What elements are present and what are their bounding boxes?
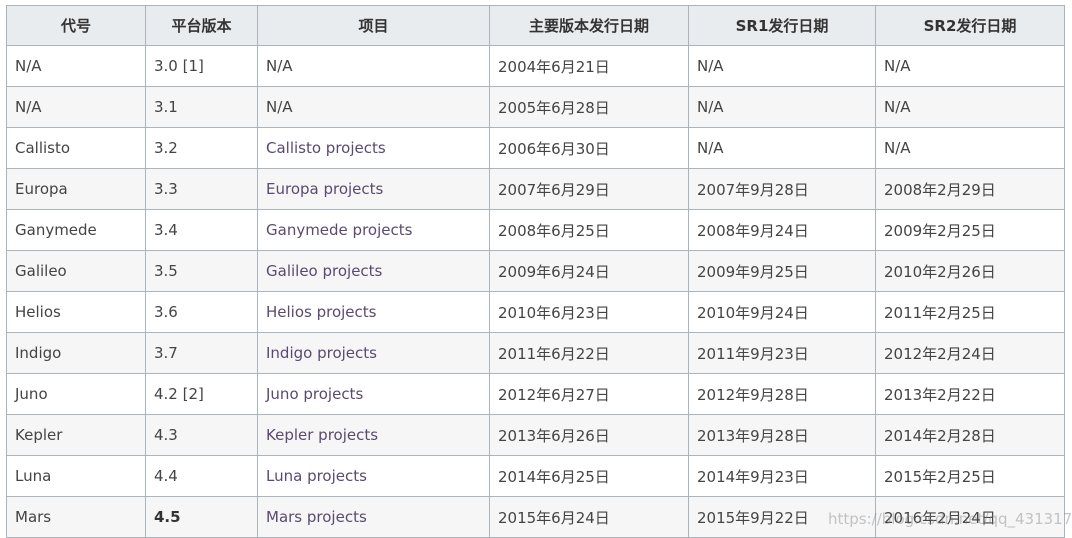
table-row: Juno 4.2 [2] Juno projects 2012年6月27日 2012年9…: [6, 373, 1065, 415]
cell-main-release-date: 2005年6月28日: [489, 86, 689, 128]
cell-sr1-release-date: 2010年9月24日: [688, 291, 876, 333]
cell-platform-version: 3.5: [145, 250, 258, 292]
cell-platform-version: 3.3: [145, 168, 258, 210]
cell-code: N/A: [6, 86, 146, 128]
table-row: N/A 3.0 [1] N/A 2004年6月21日 N/A N/A: [6, 45, 1065, 87]
cell-main-release-date: 2012年6月27日: [489, 373, 689, 415]
cell-code: Juno: [6, 373, 146, 415]
table-row: Callisto 3.2 Callisto projects 2006年6月30日 N/…: [6, 127, 1065, 169]
table-row: Luna 4.4 Luna projects 2014年6月25日 2014年9月23日…: [6, 455, 1065, 497]
cell-code: Helios: [6, 291, 146, 333]
cell-sr2-release-date: 2016年2月24日: [875, 496, 1065, 538]
cell-project: N/A: [257, 45, 490, 87]
cell-code: N/A: [6, 45, 146, 87]
cell-project: N/A: [257, 86, 490, 128]
cell-code: Luna: [6, 455, 146, 497]
cell-sr1-release-date: 2011年9月23日: [688, 332, 876, 374]
cell-main-release-date: 2004年6月21日: [489, 45, 689, 87]
cell-platform-version: 3.1: [145, 86, 258, 128]
cell-main-release-date: 2009年6月24日: [489, 250, 689, 292]
table-header-row: 代号 平台版本 项目 主要版本发行日期 SR1发行日期 SR2发行日期: [6, 5, 1065, 46]
header-sr1-release-date: SR1发行日期: [688, 5, 876, 46]
cell-sr1-release-date: 2012年9月28日: [688, 373, 876, 415]
cell-sr1-release-date: 2007年9月28日: [688, 168, 876, 210]
cell-main-release-date: 2015年6月24日: [489, 496, 689, 538]
cell-main-release-date: 2007年6月29日: [489, 168, 689, 210]
cell-code: Europa: [6, 168, 146, 210]
cell-sr1-release-date: 2009年9月25日: [688, 250, 876, 292]
cell-main-release-date: 2011年6月22日: [489, 332, 689, 374]
cell-main-release-date: 2013年6月26日: [489, 414, 689, 456]
cell-sr2-release-date: 2008年2月29日: [875, 168, 1065, 210]
cell-sr1-release-date: 2013年9月28日: [688, 414, 876, 456]
cell-sr2-release-date: N/A: [875, 127, 1065, 169]
cell-main-release-date: 2006年6月30日: [489, 127, 689, 169]
cell-platform-version: 3.4: [145, 209, 258, 251]
cell-sr2-release-date: 2011年2月25日: [875, 291, 1065, 333]
cell-sr1-release-date: N/A: [688, 45, 876, 87]
cell-code: Galileo: [6, 250, 146, 292]
cell-sr1-release-date: N/A: [688, 127, 876, 169]
cell-project-link[interactable]: Indigo projects: [257, 332, 490, 374]
cell-code: Indigo: [6, 332, 146, 374]
cell-code: Callisto: [6, 127, 146, 169]
header-project: 项目: [257, 5, 490, 46]
cell-project-link[interactable]: Juno projects: [257, 373, 490, 415]
header-code: 代号: [6, 5, 146, 46]
cell-code: Ganymede: [6, 209, 146, 251]
cell-sr2-release-date: 2012年2月24日: [875, 332, 1065, 374]
cell-sr2-release-date: N/A: [875, 45, 1065, 87]
cell-platform-version: 4.4: [145, 455, 258, 497]
cell-project-link[interactable]: Ganymede projects: [257, 209, 490, 251]
cell-platform-version: 4.2 [2]: [145, 373, 258, 415]
cell-platform-version: 4.3: [145, 414, 258, 456]
table-row: Galileo 3.5 Galileo projects 2009年6月24日 2009…: [6, 250, 1065, 292]
cell-platform-version: 3.2: [145, 127, 258, 169]
cell-code: Kepler: [6, 414, 146, 456]
cell-sr2-release-date: 2013年2月22日: [875, 373, 1065, 415]
cell-sr2-release-date: 2010年2月26日: [875, 250, 1065, 292]
cell-platform-version: 4.5: [145, 496, 258, 538]
cell-sr1-release-date: N/A: [688, 86, 876, 128]
header-platform-version: 平台版本: [145, 5, 258, 46]
cell-sr1-release-date: 2008年9月24日: [688, 209, 876, 251]
table-row: Mars 4.5 Mars projects 2015年6月24日 2015年9月22日…: [6, 496, 1065, 538]
cell-code: Mars: [6, 496, 146, 538]
cell-sr2-release-date: N/A: [875, 86, 1065, 128]
cell-platform-version: 3.6: [145, 291, 258, 333]
cell-main-release-date: 2010年6月23日: [489, 291, 689, 333]
table-row: Kepler 4.3 Kepler projects 2013年6月26日 2013年9…: [6, 414, 1065, 456]
table-body: N/A 3.0 [1] N/A 2004年6月21日 N/A N/A N/A 3.1 N/A 20…: [6, 45, 1065, 538]
table-row: Helios 3.6 Helios projects 2010年6月23日 2010年9…: [6, 291, 1065, 333]
cell-project-link[interactable]: Helios projects: [257, 291, 490, 333]
cell-project-link[interactable]: Mars projects: [257, 496, 490, 538]
cell-sr1-release-date: 2014年9月23日: [688, 455, 876, 497]
cell-project-link[interactable]: Galileo projects: [257, 250, 490, 292]
cell-main-release-date: 2008年6月25日: [489, 209, 689, 251]
header-main-release-date: 主要版本发行日期: [489, 5, 689, 46]
table-row: N/A 3.1 N/A 2005年6月28日 N/A N/A: [6, 86, 1065, 128]
cell-platform-version: 3.7: [145, 332, 258, 374]
eclipse-release-table: 代号 平台版本 项目 主要版本发行日期 SR1发行日期 SR2发行日期 N/A 3…: [6, 5, 1065, 538]
cell-project-link[interactable]: Kepler projects: [257, 414, 490, 456]
header-sr2-release-date: SR2发行日期: [875, 5, 1065, 46]
table-row: Europa 3.3 Europa projects 2007年6月29日 2007年9…: [6, 168, 1065, 210]
cell-sr2-release-date: 2015年2月25日: [875, 455, 1065, 497]
cell-project-link[interactable]: Luna projects: [257, 455, 490, 497]
cell-platform-version: 3.0 [1]: [145, 45, 258, 87]
cell-sr2-release-date: 2014年2月28日: [875, 414, 1065, 456]
cell-main-release-date: 2014年6月25日: [489, 455, 689, 497]
cell-project-link[interactable]: Europa projects: [257, 168, 490, 210]
table-row: Indigo 3.7 Indigo projects 2011年6月22日 2011年9…: [6, 332, 1065, 374]
cell-sr2-release-date: 2009年2月25日: [875, 209, 1065, 251]
cell-sr1-release-date: 2015年9月22日: [688, 496, 876, 538]
table-row: Ganymede 3.4 Ganymede projects 2008年6月25日 20…: [6, 209, 1065, 251]
cell-project-link[interactable]: Callisto projects: [257, 127, 490, 169]
